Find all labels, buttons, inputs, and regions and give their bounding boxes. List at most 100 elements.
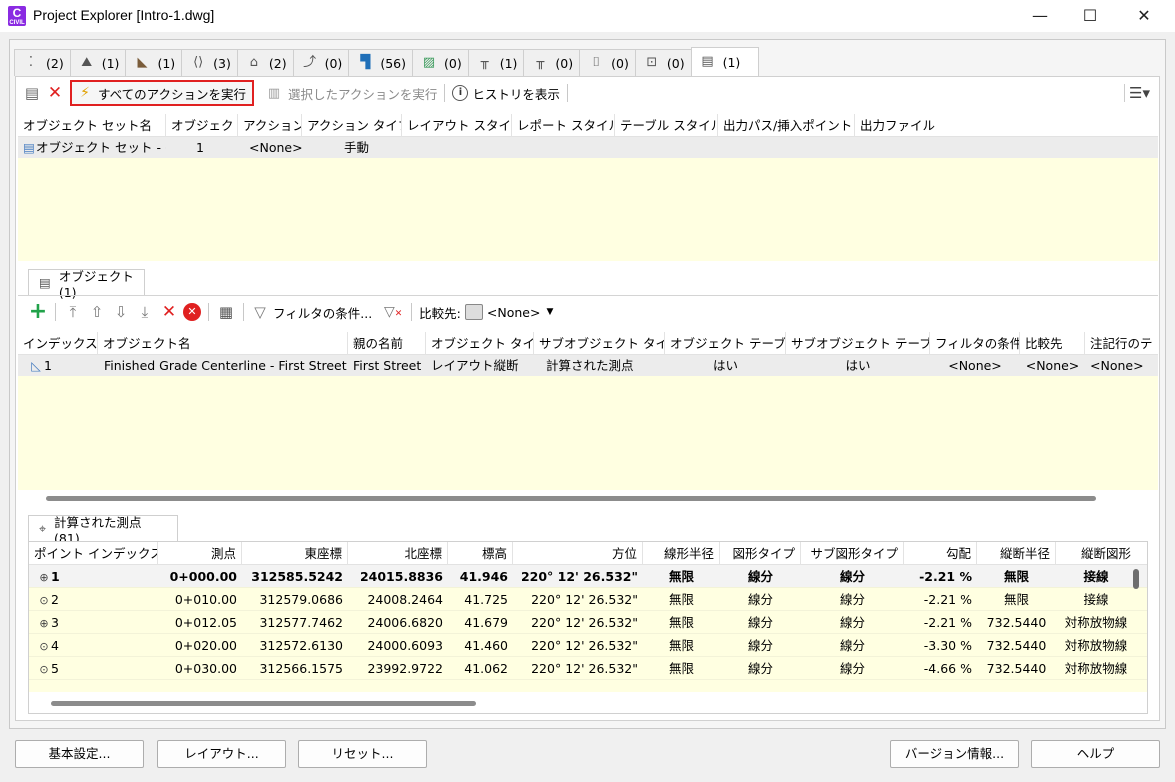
crosshair-icon: ⊕	[39, 616, 49, 630]
compare-to-dropdown[interactable]: <None> ▼	[487, 305, 553, 320]
move-down-icon[interactable]: ⇩	[111, 303, 131, 321]
column-header[interactable]: 比較先	[1020, 332, 1085, 355]
table-row[interactable]: ⊙ 5 0+030.00 312566.1575 23992.9722 41.062 220…	[29, 657, 1147, 680]
column-header[interactable]: 親の名前	[348, 332, 426, 355]
remove-all-icon[interactable]: ✕	[183, 303, 201, 321]
move-to-bottom-icon[interactable]: ⤓	[135, 303, 155, 321]
tab-assemblies[interactable]: ╥ (0)	[523, 49, 581, 76]
clear-filter-icon[interactable]: ▽✕	[382, 304, 404, 320]
pipe-network-icon: ▜	[360, 55, 371, 70]
column-header[interactable]: 注記行のテ	[1085, 332, 1158, 355]
move-up-icon[interactable]: ⇧	[87, 303, 107, 321]
maximize-button[interactable]: ☐	[1067, 0, 1113, 32]
parcel-icon: ⌂	[249, 55, 258, 70]
add-icon[interactable]: +	[28, 301, 48, 323]
column-header[interactable]: オブジェクト タイプ	[426, 332, 534, 355]
column-header[interactable]: サブ図形タイプ	[801, 542, 904, 565]
objects-horizontal-scrollbar[interactable]	[46, 496, 1096, 501]
column-header[interactable]: 勾配	[904, 542, 977, 565]
view-layout-icon[interactable]: ☰▾	[1124, 84, 1154, 102]
table-row[interactable]: ⊕ 3 0+012.05 312577.7462 24006.6820 41.679 220…	[29, 611, 1147, 634]
compare-to-label: 比較先:	[419, 305, 461, 321]
column-header[interactable]: レイアウト スタイル	[402, 113, 512, 137]
column-header[interactable]: 図形タイプ	[720, 542, 801, 565]
column-header[interactable]: オブジェクト	[166, 113, 238, 137]
show-history-button[interactable]: ヒストリを表示	[472, 84, 560, 103]
column-header[interactable]: フィルタの条件	[930, 332, 1020, 355]
column-header[interactable]: 測点	[158, 542, 242, 565]
tab-view-frames[interactable]: ⊡ (0)	[634, 49, 692, 76]
column-header[interactable]: 東座標	[242, 542, 348, 565]
tab-objects[interactable]: ▤ オブジェクト (1)	[28, 269, 145, 300]
chevron-down-icon: ▼	[546, 307, 554, 317]
tab-surfaces[interactable]: ⛰ (1)	[69, 49, 127, 76]
layout-button[interactable]: レイアウト...	[157, 740, 286, 768]
column-header[interactable]: レポート スタイル	[512, 113, 615, 137]
remove-icon[interactable]: ✕	[159, 302, 179, 322]
objects-list-icon: ▤	[39, 275, 51, 290]
column-header[interactable]: 出力ファイル	[855, 114, 955, 137]
object-set-grid-body: ▤オブジェクト セット - (1) 1 <None> 手動	[18, 137, 1158, 261]
column-header[interactable]: 縦断図形	[1056, 542, 1136, 565]
object-set-grid: オブジェクト セット名 オブジェクト アクション アクション タイプ レイアウト…	[18, 113, 1158, 261]
civil3d-app-icon: C CIVIL	[8, 6, 26, 26]
column-header[interactable]: サブオブジェクト タイプ	[534, 332, 665, 355]
tab-object-sets[interactable]: ▤ (1)	[690, 47, 759, 76]
object-set-icon: ▤	[701, 54, 714, 69]
tab-sample-lines[interactable]: ⌷ (0)	[579, 49, 636, 76]
stations-horizontal-scrollbar[interactable]	[51, 701, 476, 706]
column-header[interactable]: オブジェクト名	[98, 332, 348, 355]
filter-conditions-button[interactable]: フィルタの条件...	[273, 303, 372, 322]
tab-computed-stations[interactable]: ⌖ 計算された測点 (81)	[28, 515, 178, 546]
table-row[interactable]: ⊙ 2 0+010.00 312579.0686 24008.2464 41.725 220…	[29, 588, 1147, 611]
table-row[interactable]: ◺ 1 Finished Grade Centerline - First Str…	[18, 355, 1158, 376]
tab-corridors[interactable]: ╥ (1)	[467, 49, 525, 76]
column-header[interactable]: サブオブジェクト テーブル	[786, 332, 930, 355]
column-header[interactable]: オブジェクト セット名	[18, 113, 166, 137]
stations-grid-body: ⊕ 1 0+000.00 312585.5242 24015.8836 41.946 220…	[29, 565, 1147, 692]
column-header[interactable]: アクション	[238, 113, 302, 137]
column-header[interactable]: 縦断半径	[977, 542, 1056, 565]
column-header[interactable]: ポイント インデックス	[29, 542, 158, 565]
column-header[interactable]: アクション タイプ	[302, 113, 402, 137]
table-icon[interactable]: ▦	[216, 303, 236, 321]
column-header[interactable]: オブジェクト テーブル	[665, 332, 786, 355]
tab-alignments[interactable]: ◣ (1)	[125, 49, 183, 76]
column-header[interactable]: インデックス	[18, 332, 98, 355]
settings-button[interactable]: 基本設定...	[15, 740, 144, 768]
run-all-actions-button[interactable]: ⚡ すべてのアクションを実行	[70, 80, 255, 106]
tab-point-groups[interactable]: ⁚ (2)	[14, 49, 71, 76]
tab-profiles[interactable]: ⟨⟩ (3)	[181, 49, 238, 76]
help-button[interactable]: ヘルプ	[1031, 740, 1160, 768]
title-bar: C CIVIL Project Explorer [Intro-1.dwg] — …	[0, 0, 1175, 32]
column-header[interactable]: 線形半径	[643, 542, 720, 565]
column-header[interactable]: 北座標	[348, 542, 448, 565]
move-to-top-icon[interactable]: ⤒	[63, 303, 83, 321]
alignment-icon: ◣	[137, 55, 148, 70]
tab-pipe-networks[interactable]: ▜ (56)	[348, 49, 413, 76]
table-row[interactable]: ▤オブジェクト セット - (1) 1 <None> 手動	[18, 137, 1158, 158]
column-header[interactable]: 出力パス/挿入ポイント	[718, 113, 855, 137]
close-button[interactable]: ✕	[1121, 0, 1167, 32]
minimize-button[interactable]: —	[1017, 0, 1063, 32]
column-header[interactable]: テーブル スタイル	[615, 113, 718, 137]
column-header[interactable]: 標高	[448, 542, 513, 565]
object-set-folder-icon: ▤	[23, 140, 35, 155]
window-title: Project Explorer [Intro-1.dwg]	[33, 7, 215, 23]
stations-vertical-scrollbar[interactable]	[1133, 569, 1139, 589]
tab-sites[interactable]: ▨ (0)	[411, 49, 469, 76]
column-header[interactable]: 方位	[513, 542, 643, 565]
tab-parcels[interactable]: ⌂ (2)	[236, 49, 294, 76]
table-row[interactable]: ⊕ 1 0+000.00 312585.5242 24015.8836 41.946 220…	[29, 565, 1147, 588]
reset-button[interactable]: リセット...	[298, 740, 427, 768]
objects-grid-header: インデックス オブジェクト名 親の名前 オブジェクト タイプ サブオブジェクト …	[18, 332, 1158, 355]
table-row[interactable]: ⊙ 4 0+020.00 312572.6130 24000.6093 41.460 220…	[29, 634, 1147, 657]
tab-feature-lines[interactable]: ⤴ (0)	[292, 49, 350, 76]
delete-icon[interactable]: ✕	[46, 83, 64, 103]
version-info-button[interactable]: バージョン情報...	[890, 740, 1019, 768]
new-object-set-icon[interactable]: ▤	[22, 84, 42, 102]
toolbar-separator	[566, 84, 568, 102]
run-selected-actions-button[interactable]: 選択したアクションを実行	[288, 84, 437, 103]
sample-line-icon: ⌷	[592, 55, 601, 70]
point-group-icon: ⁚	[28, 55, 34, 70]
